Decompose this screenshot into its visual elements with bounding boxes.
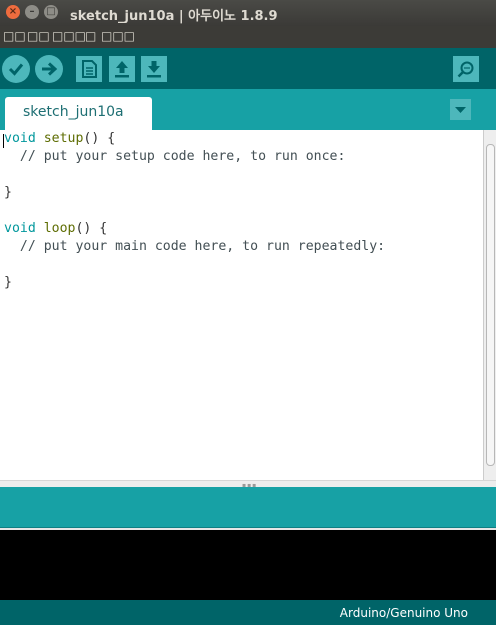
new-file-icon [82,60,97,78]
code-punct: () { [83,131,116,146]
window-title: sketch_jun10a | 아두이노 1.8.9 [70,9,278,24]
tab-sketch[interactable]: sketch_jun10a [5,97,152,130]
toolbar [0,48,496,89]
tab-label: sketch_jun10a [23,104,124,120]
code-punct: } [4,275,12,290]
code-punct: () { [75,221,108,236]
function-name: setup [43,131,84,146]
minimize-window-button[interactable]: – [25,5,39,19]
menu-file[interactable]: □□ [3,29,26,43]
open-sketch-button[interactable] [109,56,135,82]
arrow-right-icon [42,62,58,76]
close-window-button[interactable]: × [6,5,20,19]
code-text: void setup() { // put your setup code he… [4,130,385,292]
tab-bar: sketch_jun10a [0,89,496,130]
menu-sketch[interactable]: □□□ [52,29,86,43]
menu-bar: □□ □□ □□□ □ □□□ [0,26,496,48]
footer-bar: Arduino/Genuino Uno [0,600,496,625]
function-name: loop [43,221,76,236]
arrow-up-icon [115,61,129,78]
tab-menu-button[interactable] [450,99,471,120]
check-icon [8,63,24,76]
chevron-down-icon [455,107,466,113]
arrow-down-icon [147,61,161,78]
status-bar [0,487,496,528]
upload-button[interactable] [35,55,63,83]
title-bar: × – □ sketch_jun10a | 아두이노 1.8.9 [0,0,496,26]
code-punct: } [4,185,12,200]
verify-button[interactable] [2,55,30,83]
magnifier-icon [457,61,474,78]
console-output[interactable] [0,528,496,600]
menu-edit[interactable]: □□ [27,29,50,43]
maximize-window-button[interactable]: □ [44,5,58,19]
keyword: void [4,221,36,236]
keyword: void [4,131,36,146]
menu-tools[interactable]: □ [85,29,96,43]
editor-scrollbar[interactable] [483,130,496,480]
scrollbar-thumb[interactable] [486,144,495,466]
code-comment: // put your setup code here, to run once… [4,149,346,164]
menu-help[interactable]: □□□ [101,29,135,43]
new-sketch-button[interactable] [76,56,102,82]
code-editor[interactable]: void setup() { // put your setup code he… [0,130,483,480]
save-sketch-button[interactable] [141,56,167,82]
board-label: Arduino/Genuino Uno [339,606,468,620]
pane-splitter[interactable]: ▪▪▪ [0,480,496,489]
code-comment: // put your main code here, to run repea… [4,239,386,254]
serial-monitor-button[interactable] [453,56,479,82]
